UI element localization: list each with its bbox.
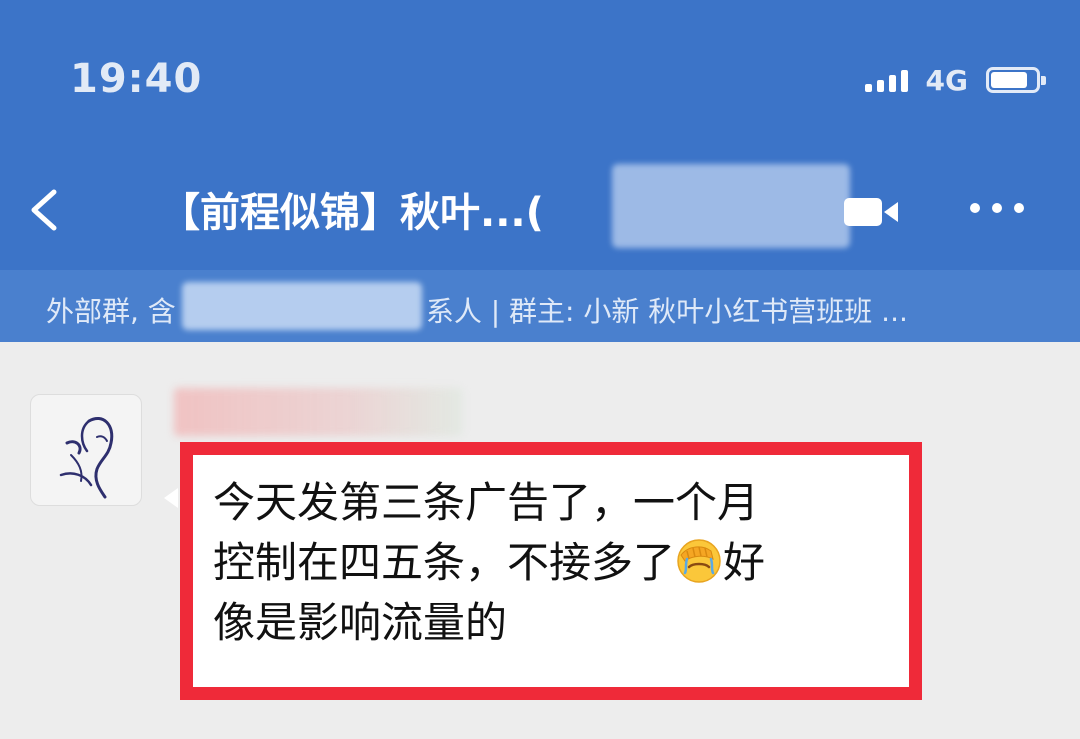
message-line-3: 像是影响流量的 [213, 598, 508, 647]
signal-icon [864, 68, 908, 92]
bubble-tail [164, 488, 178, 508]
face-sketch-icon [59, 417, 114, 499]
group-info-bar[interactable]: 外部群, 含 系人 | 群主: 小新 秋叶小红书营班班 ... [0, 270, 1080, 342]
video-call-icon[interactable] [842, 192, 902, 232]
redacted-sender-name [174, 388, 462, 436]
message-line-2a: 控制在四五条，不接多了 [213, 538, 676, 587]
redacted-member-count [182, 282, 422, 330]
message-text: 今天发第三条广告了，一个月 控制在四五条，不接多了 好 像是影响流量的 [213, 473, 903, 653]
chat-header: 【前程似锦】秋叶...( [0, 150, 1080, 270]
more-options-icon[interactable] [970, 198, 1030, 218]
back-arrow-icon[interactable] [22, 178, 72, 242]
facepalm-emoji-icon [677, 539, 721, 583]
message-list: 今天发第三条广告了，一个月 控制在四五条，不接多了 好 像是影响流量的 [0, 342, 1080, 739]
status-bar: 19:40 4G [0, 0, 1080, 150]
battery-icon [986, 67, 1046, 93]
sender-avatar[interactable] [30, 394, 142, 506]
network-type: 4G [925, 63, 968, 97]
message-bubble[interactable]: 今天发第三条广告了，一个月 控制在四五条，不接多了 好 像是影响流量的 [180, 442, 922, 700]
redacted-title [612, 164, 850, 248]
group-info-text: 外部群, 含 系人 | 群主: 小新 秋叶小红书营班班 ... [46, 290, 908, 330]
chat-title: 【前程似锦】秋叶...( [160, 190, 544, 236]
status-indicators: 4G [864, 60, 1046, 100]
group-info-prefix: 外部群, 含 [46, 295, 176, 328]
message-line-2b: 好 [723, 538, 766, 587]
status-time: 19:40 [70, 56, 203, 102]
message-line-1: 今天发第三条广告了，一个月 [213, 478, 760, 527]
group-info-suffix: 系人 | 群主: 小新 秋叶小红书营班班 ... [425, 295, 908, 328]
